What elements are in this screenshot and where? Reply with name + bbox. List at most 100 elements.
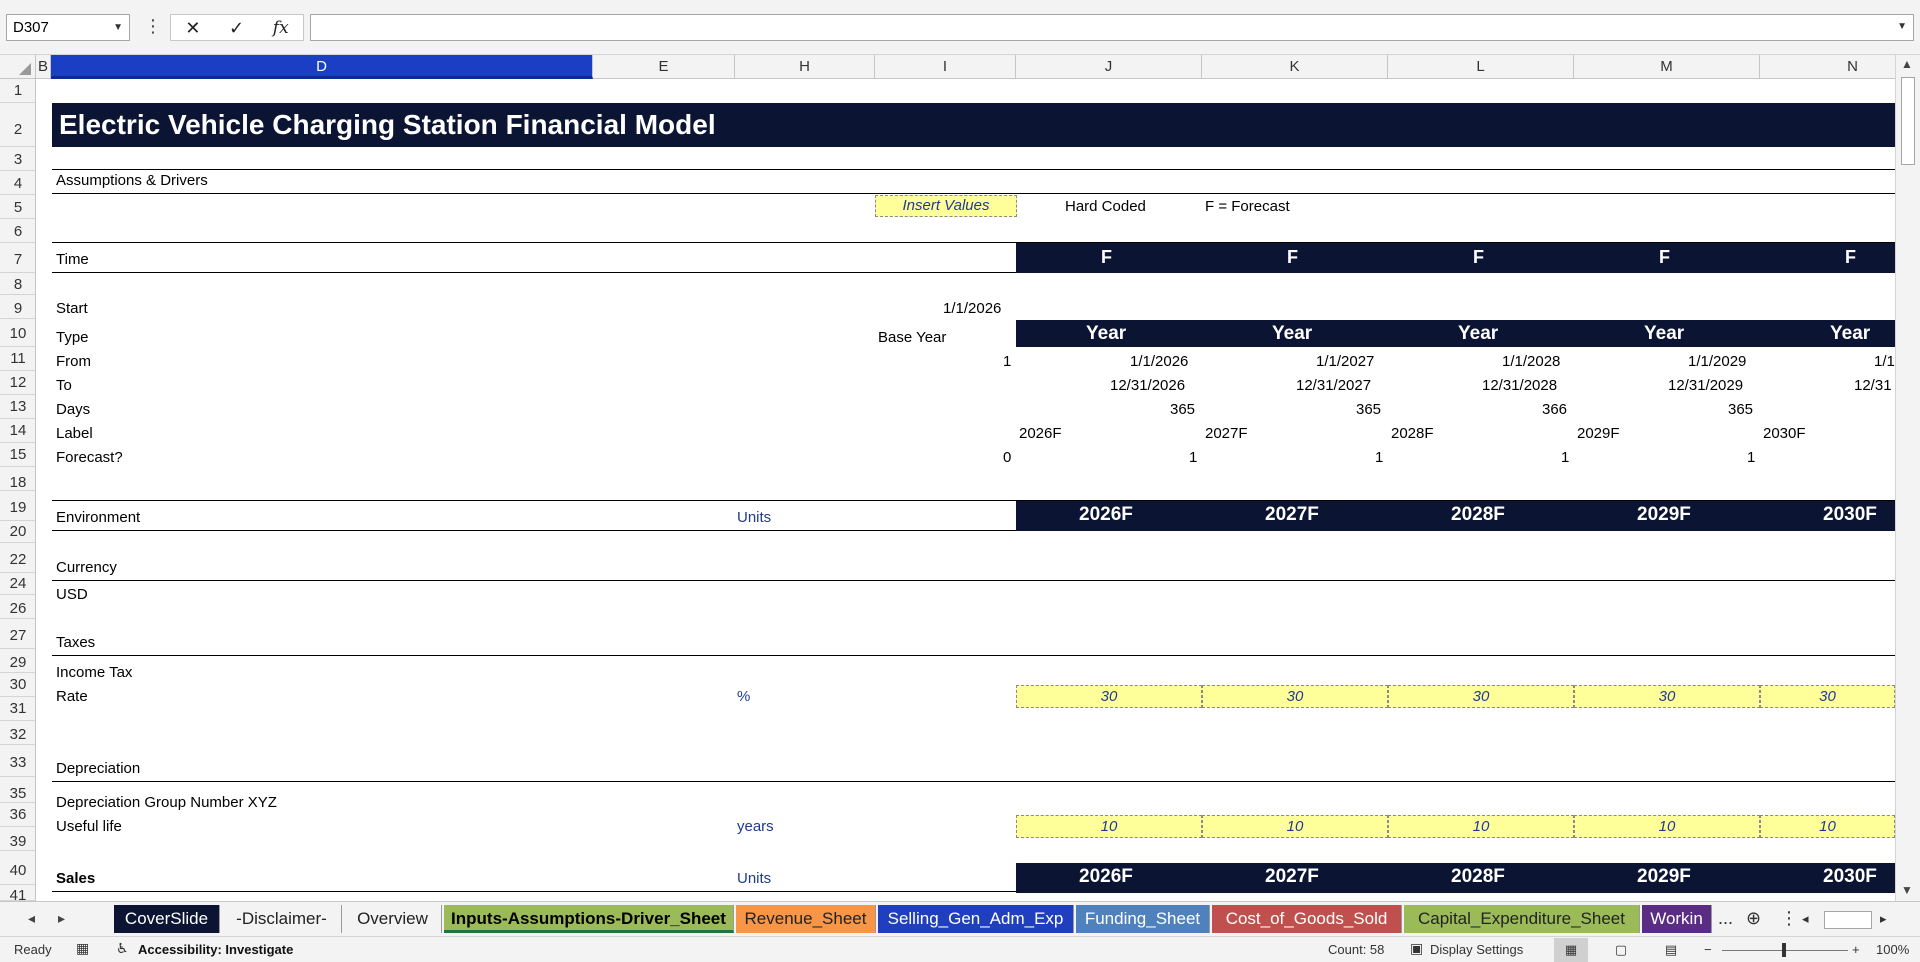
status-bar: Ready ▦ ♿ Accessibility: Investigate Cou… [0,936,1920,962]
section-assumptions: Assumptions & Drivers [56,172,208,189]
row-header[interactable]: 36 [0,803,35,827]
vertical-scrollbar[interactable]: ▲ ▼ [1895,55,1920,901]
tab-funding[interactable]: Funding_Sheet [1076,905,1210,933]
row-header[interactable]: 2 [0,103,35,147]
tab-cost-of-goods[interactable]: Cost_of_Goods_Sold [1212,905,1402,933]
row-header[interactable]: 32 [0,721,35,745]
zoom-level[interactable]: 100% [1876,942,1909,957]
row-header[interactable]: 30 [0,673,35,697]
scroll-up-icon[interactable]: ▲ [1901,57,1913,71]
more-options-icon[interactable]: ⋮ [144,16,162,36]
row-header[interactable]: 18 [0,467,35,491]
arrow-left-icon[interactable]: ◂ [28,910,35,927]
row-header[interactable]: 1 [0,79,35,103]
page-break-icon[interactable]: ▤ [1654,938,1688,962]
row-header[interactable]: 41 [0,885,35,901]
useful-life-input[interactable]: 10 [1574,815,1760,838]
chevron-down-icon[interactable]: ▼ [113,15,123,40]
worksheet-grid[interactable]: Electric Vehicle Charging Station Financ… [37,79,1895,901]
tax-rate-input[interactable]: 30 [1574,685,1760,708]
useful-life-input[interactable]: 10 [1202,815,1388,838]
row-header[interactable]: 4 [0,171,35,195]
row-header[interactable]: 22 [0,543,35,573]
tab-selling-gen-adm[interactable]: Selling_Gen_Adm_Exp [878,905,1074,933]
row-header[interactable]: 13 [0,395,35,419]
column-header-k[interactable]: K [1202,55,1388,79]
accessibility-status[interactable]: Accessibility: Investigate [138,942,293,957]
row-header[interactable]: 33 [0,745,35,777]
column-header-j[interactable]: J [1016,55,1202,79]
row-header[interactable]: 5 [0,195,35,219]
useful-life-unit: years [737,818,774,835]
arrow-left-icon[interactable]: ◂ [1802,911,1809,927]
tab-inputs-assumptions[interactable]: Inputs-Assumptions-Driver_Sheet [444,905,734,933]
row-header[interactable]: 14 [0,419,35,443]
display-settings-icon[interactable]: ▣ [1410,940,1423,957]
tax-rate-input[interactable]: 30 [1016,685,1202,708]
row-header[interactable]: 9 [0,295,35,319]
column-header-b[interactable]: B [36,55,51,79]
useful-life-input[interactable]: 10 [1760,815,1895,838]
row-header[interactable]: 20 [0,521,35,543]
cancel-icon[interactable]: ✕ [185,18,200,38]
record-macro-icon[interactable]: ▦ [76,940,89,957]
row-header[interactable]: 35 [0,777,35,803]
display-settings-button[interactable]: Display Settings [1430,942,1523,957]
arrow-right-icon[interactable]: ▸ [1880,911,1887,927]
tax-rate-input[interactable]: 30 [1760,685,1895,708]
row-header[interactable]: 10 [0,319,35,347]
useful-life-input[interactable]: 10 [1016,815,1202,838]
tab-coverslide[interactable]: CoverSlide [114,905,220,933]
sales-units: Units [737,870,772,887]
row-header[interactable]: 39 [0,827,35,851]
tab-working[interactable]: Workin [1642,905,1712,933]
useful-life-input[interactable]: 10 [1388,815,1574,838]
tab-disclaimer[interactable]: -Disclaimer- [222,905,342,933]
row-header[interactable]: 19 [0,491,35,521]
arrow-right-icon[interactable]: ▸ [58,910,65,927]
select-all-button[interactable] [0,55,36,79]
tab-capital-expenditure[interactable]: Capital_Expenditure_Sheet [1404,905,1640,933]
row-header[interactable]: 29 [0,649,35,673]
column-header-h[interactable]: H [735,55,875,79]
row-header[interactable]: 24 [0,573,35,595]
normal-view-icon[interactable]: ▦ [1554,938,1588,962]
zoom-thumb[interactable] [1782,943,1786,957]
column-header-e[interactable]: E [593,55,735,79]
column-header-l[interactable]: L [1388,55,1574,79]
row-header[interactable]: 12 [0,371,35,395]
column-header-m[interactable]: M [1574,55,1760,79]
scroll-down-icon[interactable]: ▼ [1901,883,1913,897]
accessibility-icon[interactable]: ♿ [116,940,129,957]
more-tabs-icon[interactable]: ... [1718,908,1733,929]
row-header[interactable]: 40 [0,851,35,885]
tab-revenue[interactable]: Revenue_Sheet [736,905,876,933]
confirm-icon[interactable]: ✓ [229,18,244,38]
column-header-d[interactable]: D [51,55,593,79]
row-header[interactable]: 7 [0,243,35,273]
row-header[interactable]: 31 [0,697,35,721]
tax-rate-input[interactable]: 30 [1202,685,1388,708]
to-date: 12/31/2028 [1482,377,1558,394]
insert-function-icon[interactable]: fx [273,18,289,38]
more-options-icon[interactable]: ⋮ [1780,908,1798,929]
row-header[interactable]: 27 [0,619,35,649]
tax-rate-input[interactable]: 30 [1388,685,1574,708]
scroll-thumb[interactable] [1901,77,1915,165]
row-header[interactable]: 11 [0,347,35,371]
zoom-out-icon[interactable]: − [1704,942,1712,957]
row-header[interactable]: 8 [0,273,35,295]
row-header[interactable]: 6 [0,219,35,243]
column-header-i[interactable]: I [875,55,1016,79]
plus-circle-icon[interactable]: ⊕ [1746,908,1761,929]
zoom-in-icon[interactable]: + [1852,942,1860,957]
name-box[interactable]: D307 ▼ [6,14,130,41]
row-header[interactable]: 15 [0,443,35,467]
row-header[interactable]: 3 [0,147,35,171]
row-header[interactable]: 26 [0,595,35,619]
horizontal-scrollbar[interactable] [1824,911,1872,929]
page-layout-icon[interactable]: ▢ [1604,938,1638,962]
formula-input[interactable]: ▼ [310,14,1914,41]
tab-overview[interactable]: Overview [344,905,442,933]
chevron-down-icon[interactable]: ▼ [1897,21,1907,32]
